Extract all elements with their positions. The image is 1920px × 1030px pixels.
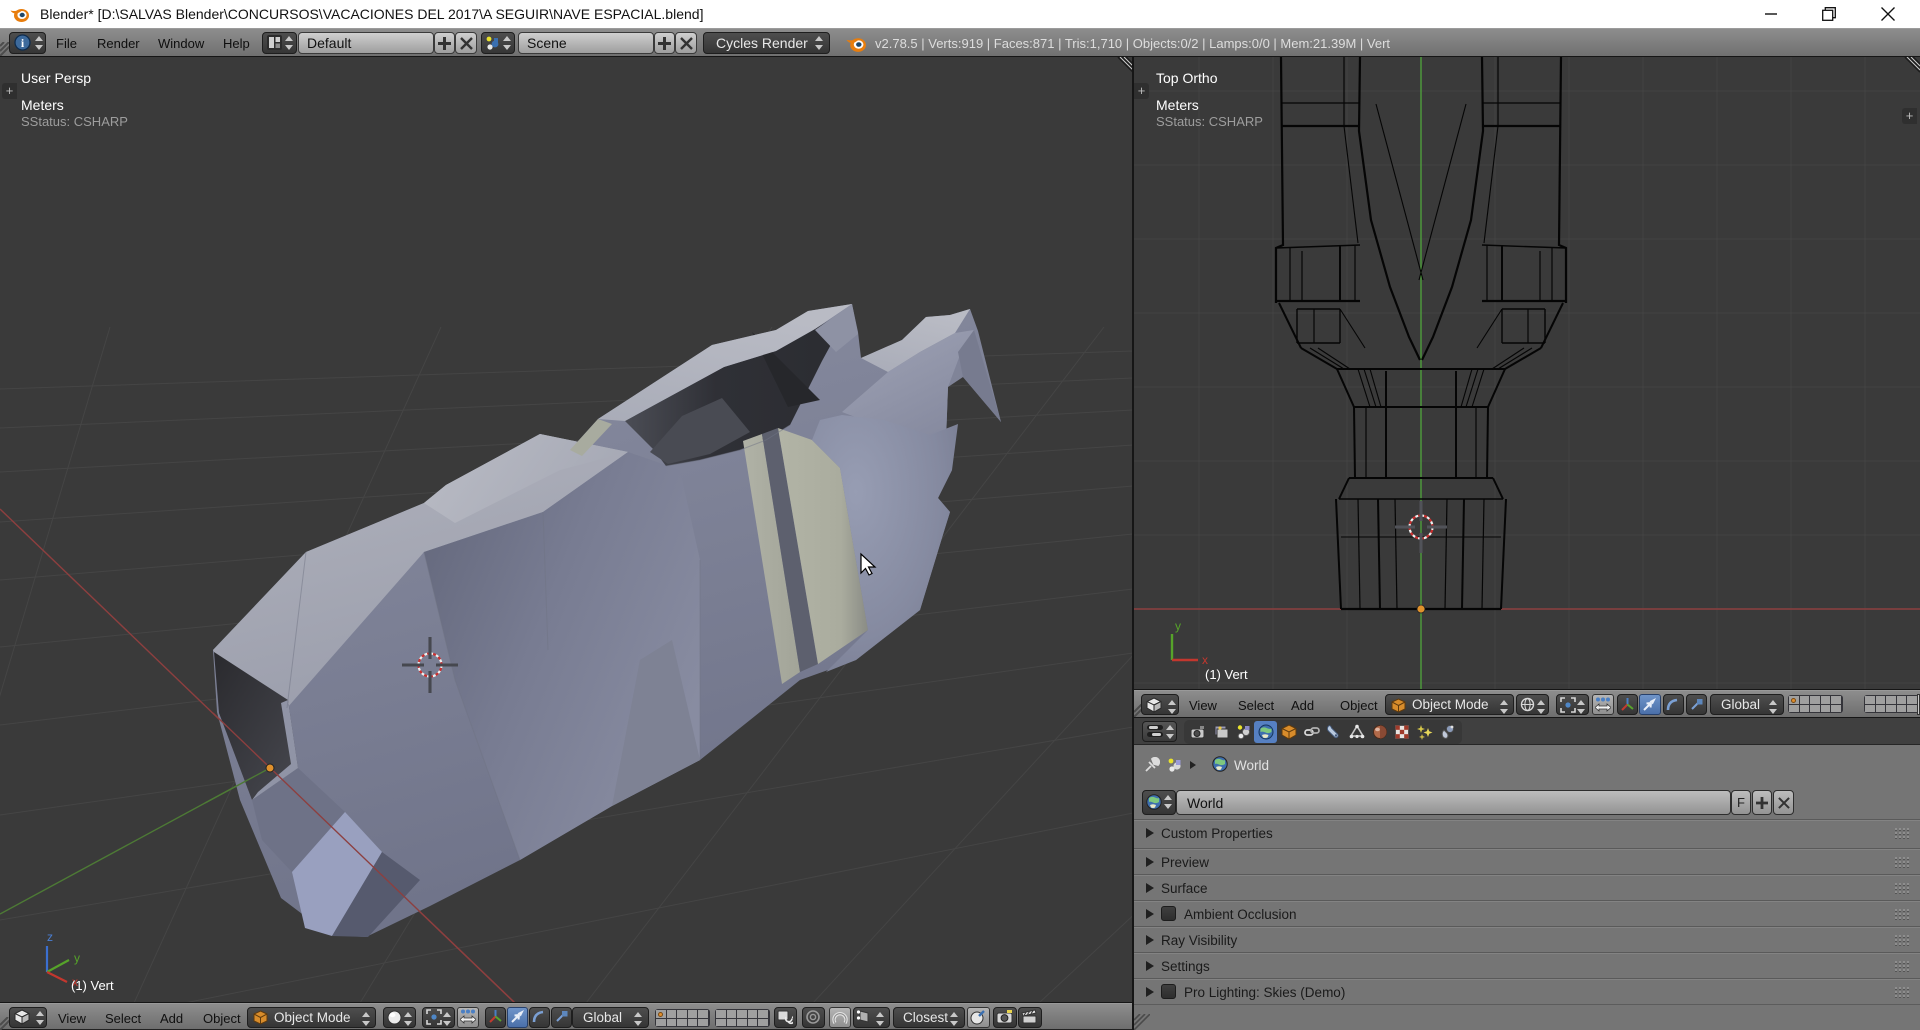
svg-text:y: y [74,951,80,965]
svg-text:x: x [1202,653,1208,667]
svg-text:z: z [47,930,53,944]
svg-text:y: y [1175,619,1181,633]
